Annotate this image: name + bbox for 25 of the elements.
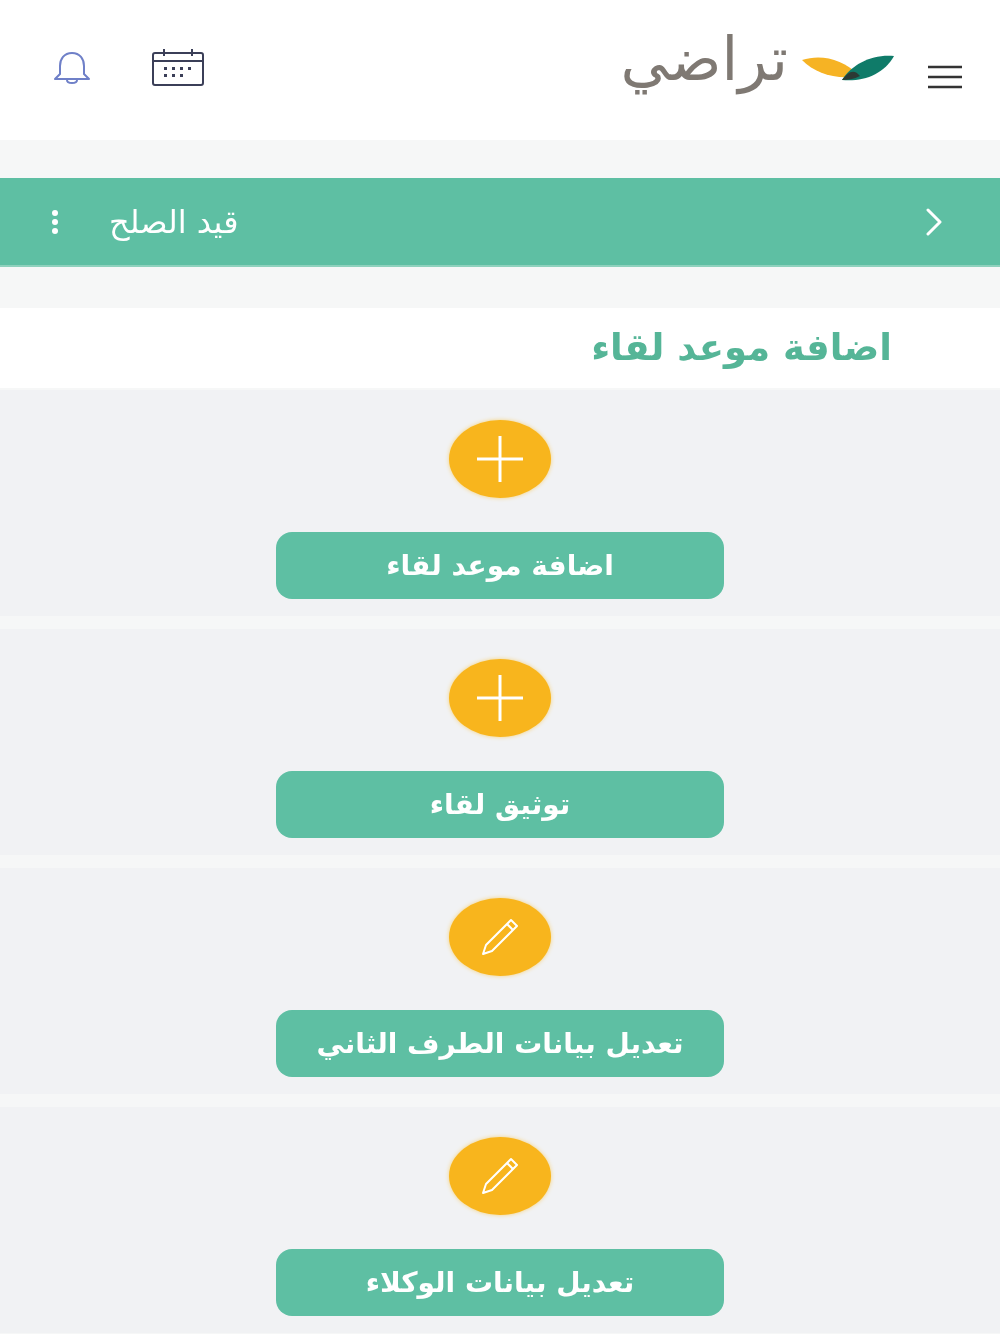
edit-button[interactable] [449,898,551,976]
chevron-right-icon [926,207,942,236]
bell-icon [52,50,92,84]
more-options-button[interactable] [51,208,59,235]
edit-button[interactable] [449,1137,551,1215]
add-button[interactable] [449,659,551,737]
menu-button[interactable] [928,65,962,89]
plus-icon [477,675,523,721]
calendar-icon [152,48,204,86]
menu-icon [928,65,962,89]
logo-text: تراضي [620,24,788,94]
more-options-icon [51,208,59,235]
section-heading: اضافة موعد لقاء [591,325,892,371]
page-title: قيد الصلح [109,201,239,242]
calendar-button[interactable] [152,50,204,86]
pencil-icon [480,1156,520,1196]
plus-icon [477,436,523,482]
action-button[interactable]: توثيق لقاء [276,771,724,838]
action-button[interactable]: تعديل بيانات الوكلاء [276,1249,724,1316]
add-button[interactable] [449,420,551,498]
action-button[interactable]: تعديل بيانات الطرف الثاني [276,1010,724,1077]
forward-button[interactable] [926,207,942,236]
action-button[interactable]: اضافة موعد لقاء [276,532,724,599]
notifications-button[interactable] [52,50,92,84]
pencil-icon [480,917,520,957]
